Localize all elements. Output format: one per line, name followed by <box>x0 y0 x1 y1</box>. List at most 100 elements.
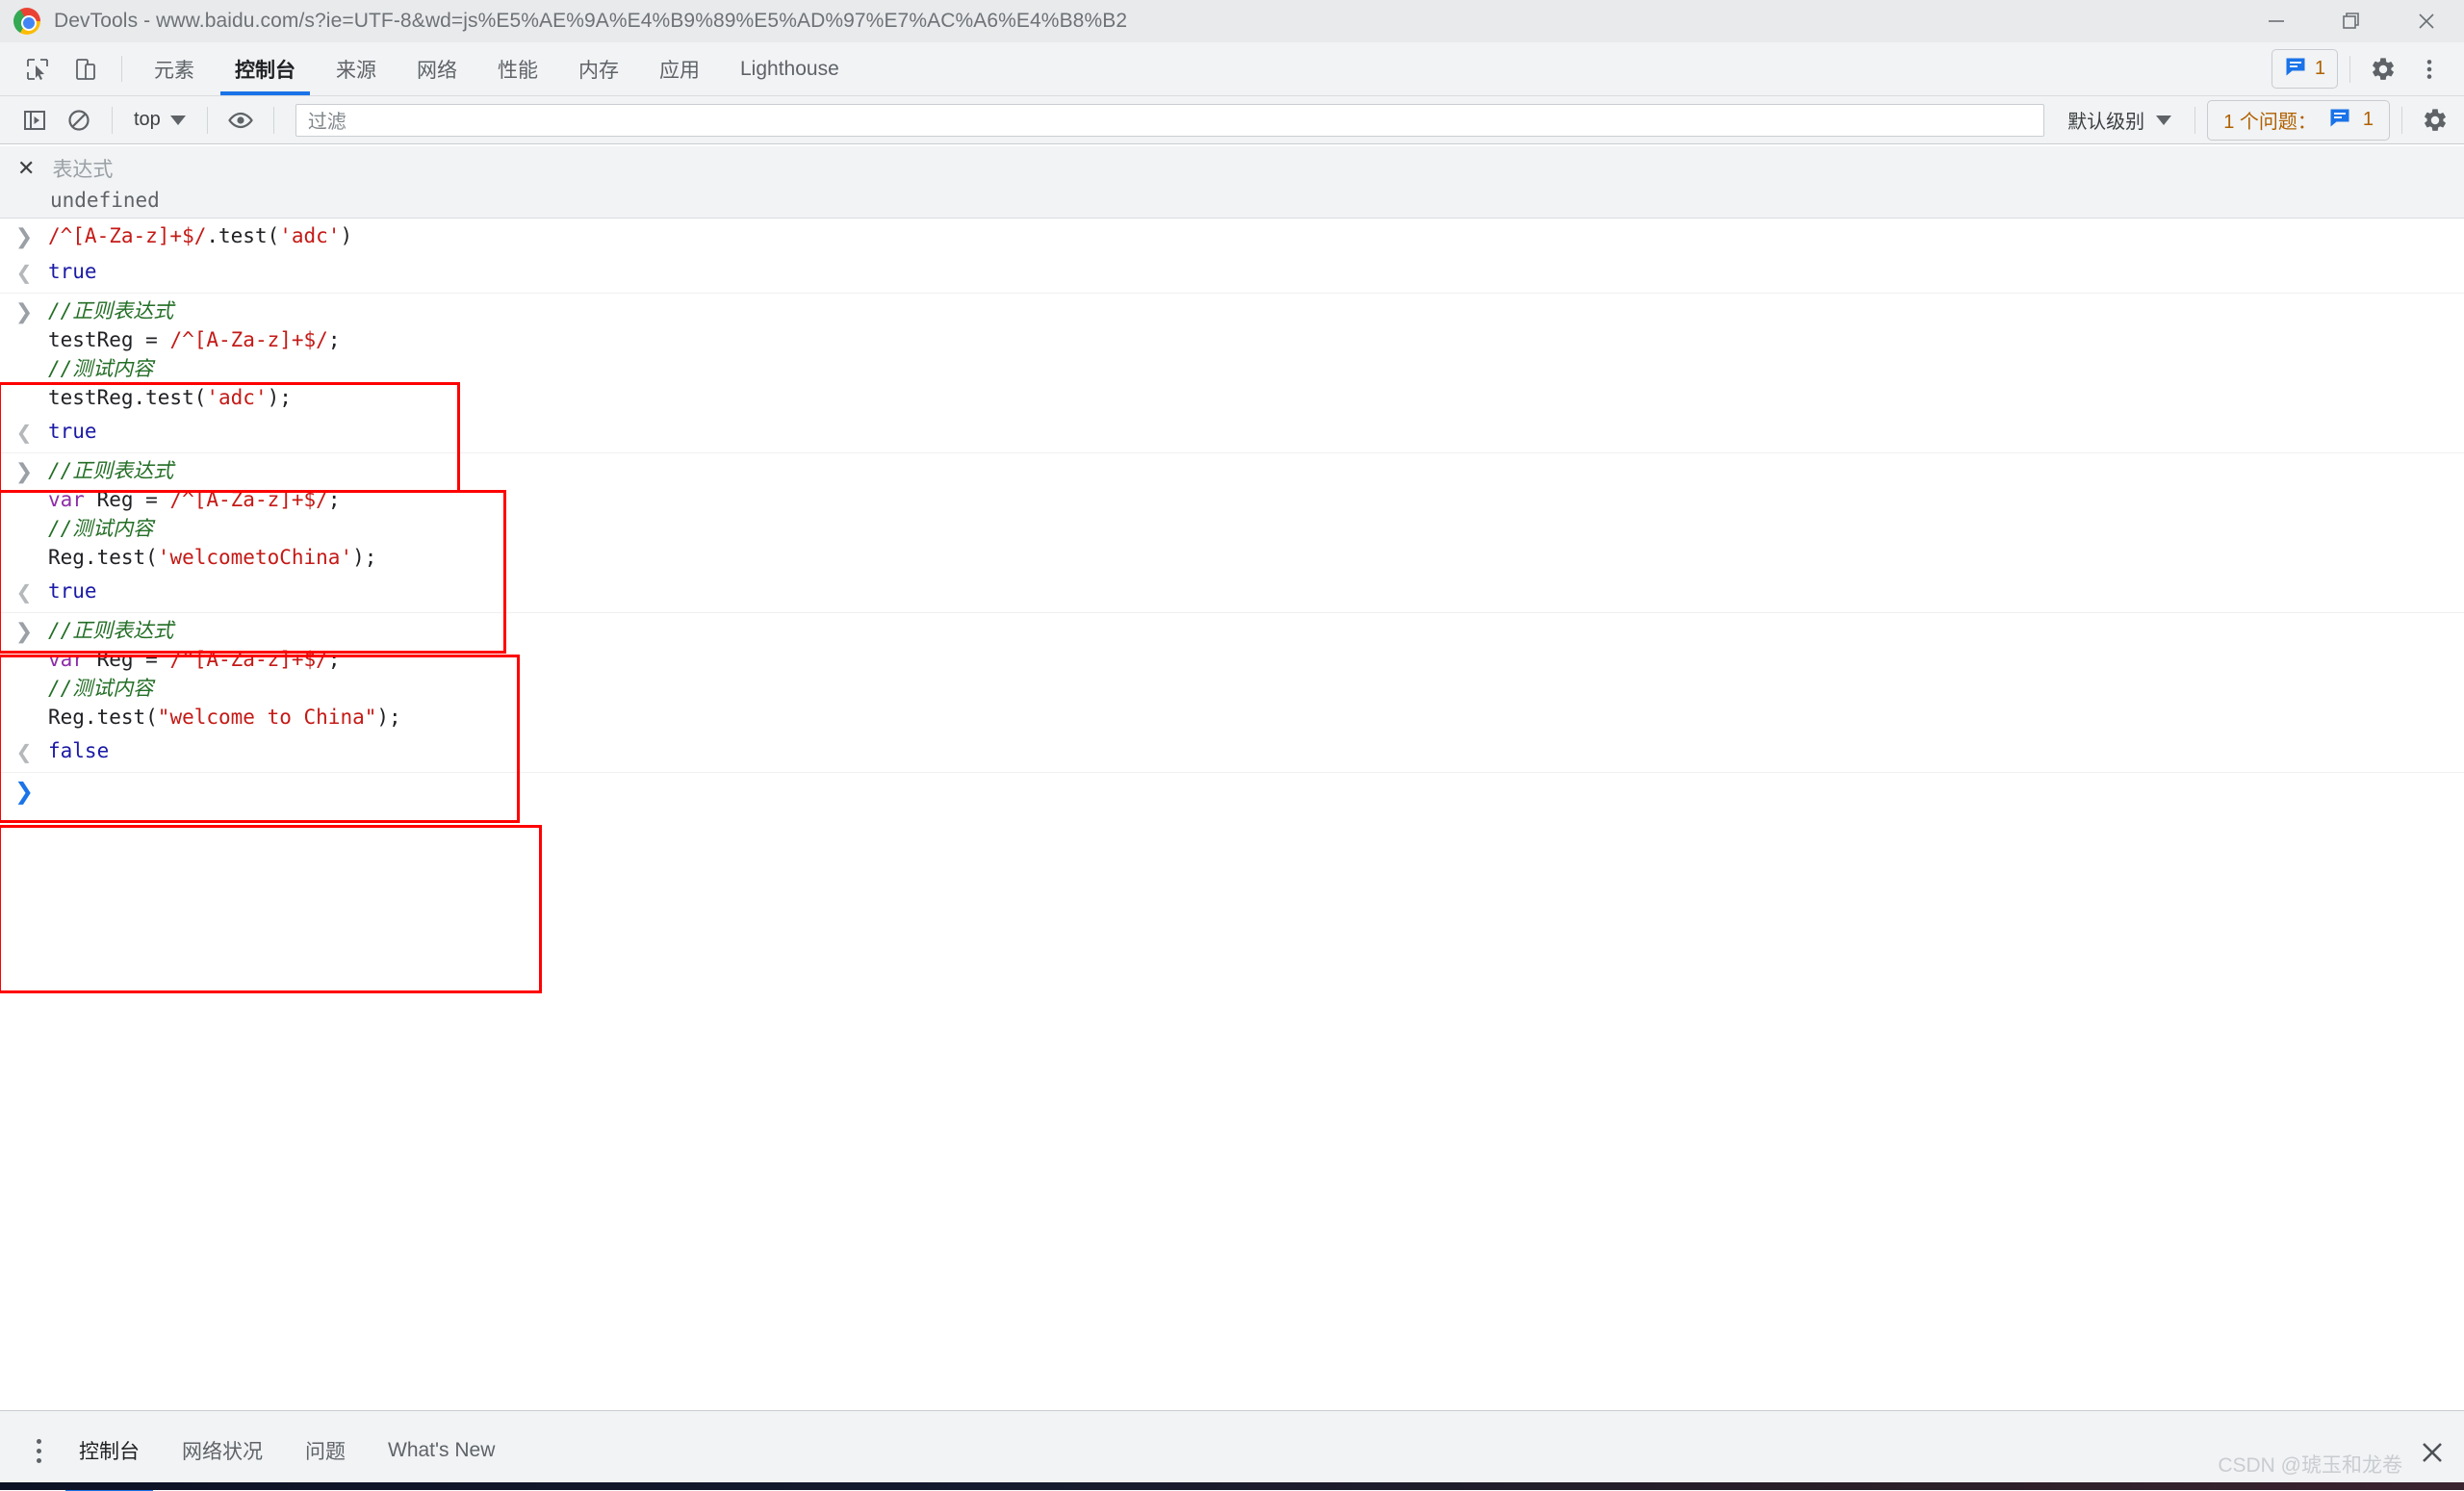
tab-performance[interactable]: 性能 <box>477 42 558 95</box>
console-entry-list: ❯/^[A-Za-z]+$/.test('adc')❮true❯//正则表达式t… <box>0 219 2464 810</box>
chrome-logo-icon <box>13 8 40 35</box>
console-input-row[interactable]: ❯//正则表达式 testReg = /^[A-Za-z]+$/; //测试内容 te… <box>0 294 2464 415</box>
code-line: var Reg = /^[A-Za-z]+$/; <box>48 645 401 674</box>
code-line: var Reg = /^[A-Za-z]+$/; <box>48 485 376 514</box>
code-line: //正则表达式 <box>48 616 401 645</box>
console-input-code: //正则表达式 var Reg = /^[A-Za-z]+$/; //测试内容 Reg… <box>48 456 376 572</box>
tab-memory[interactable]: 内存 <box>558 42 639 95</box>
code-token: /^[A-Za-z]+$/ <box>48 224 206 247</box>
input-chevron-icon: ❯ <box>0 221 48 252</box>
console-result-value: true <box>48 257 97 286</box>
chevron-down-icon <box>170 116 186 125</box>
annotation-box <box>0 825 542 993</box>
filter-input[interactable]: 过滤 <box>295 104 2044 137</box>
restore-icon[interactable] <box>2314 0 2389 42</box>
drawer-tab-issues[interactable]: 问题 <box>284 1411 367 1491</box>
window-controls <box>2239 0 2464 42</box>
device-toolbar-icon[interactable] <box>62 42 110 95</box>
window-title: DevTools - www.baidu.com/s?ie=UTF-8&wd=j… <box>54 10 1127 33</box>
message-icon <box>2284 55 2307 83</box>
code-token: Reg = <box>85 648 170 671</box>
input-chevron-icon: ❯ <box>0 456 48 487</box>
console-result-value: false <box>48 736 109 765</box>
console-prompt[interactable]: ❯ <box>0 773 2464 810</box>
tabbar-actions-divider <box>2349 56 2350 83</box>
close-icon[interactable] <box>2389 0 2464 42</box>
code-token: //测试内容 <box>48 357 153 380</box>
chevron-down-icon <box>2156 116 2171 125</box>
tab-network[interactable]: 网络 <box>397 42 477 95</box>
gear-icon[interactable] <box>2362 48 2404 90</box>
tab-elements[interactable]: 元素 <box>134 42 215 95</box>
drawer-tab-network-conditions[interactable]: 网络状况 <box>161 1411 284 1491</box>
console-result-value: true <box>48 417 97 446</box>
code-token: "welcome to China" <box>158 706 377 729</box>
code-token: //测试内容 <box>48 517 153 540</box>
console-entry: ❯//正则表达式 var Reg = /^[A-Za-z]+$/; //测试内容 Re… <box>0 453 2464 613</box>
code-line: Reg.test('welcometoChina'); <box>48 543 376 572</box>
live-expression-eye-icon[interactable] <box>219 101 262 140</box>
code-token: //正则表达式 <box>48 619 173 642</box>
output-chevron-icon: ❮ <box>0 257 48 287</box>
code-token: testReg = <box>48 328 169 351</box>
prompt-chevron-icon: ❯ <box>0 776 48 807</box>
tabbar-divider <box>121 56 122 82</box>
console-output-row: ❮false <box>0 734 2464 772</box>
close-icon[interactable] <box>2418 1438 2447 1484</box>
tab-application[interactable]: 应用 <box>639 42 720 95</box>
console-sidebar-icon[interactable] <box>13 101 56 140</box>
window-titlebar: DevTools - www.baidu.com/s?ie=UTF-8&wd=j… <box>0 0 2464 42</box>
input-chevron-icon: ❯ <box>0 296 48 327</box>
console-input-row[interactable]: ❯/^[A-Za-z]+$/.test('adc') <box>0 219 2464 255</box>
code-line: testReg = /^[A-Za-z]+$/; <box>48 325 340 354</box>
console-input-row[interactable]: ❯//正则表达式 var Reg = /^[A-Za-z]+$/; //测试内容 Re… <box>0 613 2464 734</box>
minimize-icon[interactable] <box>2239 0 2314 42</box>
issues-badge[interactable]: 1 个问题： 1 <box>2207 100 2390 141</box>
code-token: //测试内容 <box>48 677 153 700</box>
tab-console[interactable]: 控制台 <box>215 42 316 95</box>
issues-label: 1 个问题： <box>2223 106 2317 134</box>
clear-console-icon[interactable] <box>58 101 100 140</box>
code-line: //正则表达式 <box>48 296 340 325</box>
console-input-code: /^[A-Za-z]+$/.test('adc') <box>48 221 352 250</box>
code-token: Reg.test( <box>48 706 158 729</box>
drawer-tab-console[interactable]: 控制台 <box>58 1411 161 1491</box>
code-token: //正则表达式 <box>48 299 173 322</box>
code-token: Reg.test( <box>48 546 158 569</box>
live-expression-pane: ✕ 表达式 undefined <box>0 146 2464 219</box>
kebab-menu-icon[interactable] <box>19 1422 58 1479</box>
toolbar-divider-3 <box>273 107 274 134</box>
drawer-right-area: CSDN @琥玉和龙卷 <box>2218 1438 2447 1484</box>
inspect-element-icon[interactable] <box>13 42 62 95</box>
console-input-row[interactable]: ❯//正则表达式 var Reg = /^[A-Za-z]+$/; //测试内容 Re… <box>0 453 2464 575</box>
console-entry: ❯//正则表达式 testReg = /^[A-Za-z]+$/; //测试内容 te… <box>0 294 2464 453</box>
input-chevron-icon: ❯ <box>0 616 48 647</box>
devtools-tabbar: 元素 控制台 来源 网络 性能 内存 应用 Lighthouse 1 <box>0 42 2464 96</box>
live-expression-label[interactable]: 表达式 <box>52 154 113 183</box>
code-line: /^[A-Za-z]+$/.test('adc') <box>48 221 352 250</box>
log-level-select[interactable]: 默认级别 <box>2056 101 2183 140</box>
code-token: /^[A-Za-z]+$/ <box>169 328 327 351</box>
message-count-badge[interactable]: 1 <box>2272 49 2338 89</box>
issues-count: 1 <box>2363 109 2374 131</box>
console-drawer: 控制台 网络状况 问题 What's New CSDN @琥玉和龙卷 <box>0 1410 2464 1490</box>
drawer-tab-whats-new[interactable]: What's New <box>367 1411 516 1491</box>
execution-context-select[interactable]: top <box>124 101 195 140</box>
code-token: //正则表达式 <box>48 459 173 482</box>
tab-sources[interactable]: 来源 <box>316 42 397 95</box>
code-line: //测试内容 <box>48 674 401 703</box>
console-output-row: ❮true <box>0 415 2464 452</box>
drawer-tab-list: 控制台 网络状况 问题 What's New <box>58 1411 516 1491</box>
console-body: ✕ 表达式 undefined ❯/^[A-Za-z]+$/.test('adc… <box>0 146 2464 1410</box>
code-token: /^[A-Za-z]+$/ <box>169 648 327 671</box>
close-icon[interactable]: ✕ <box>17 158 35 179</box>
kebab-menu-icon[interactable] <box>2408 48 2451 90</box>
tab-lighthouse[interactable]: Lighthouse <box>720 42 860 95</box>
console-result-value: true <box>48 577 97 605</box>
code-line: Reg.test("welcome to China"); <box>48 703 401 732</box>
code-token: .test( <box>206 224 279 247</box>
code-token: 'adc' <box>206 386 267 409</box>
gear-icon[interactable] <box>2414 101 2456 140</box>
code-token: ; <box>328 648 341 671</box>
log-level-value: 默认级别 <box>2067 106 2144 134</box>
